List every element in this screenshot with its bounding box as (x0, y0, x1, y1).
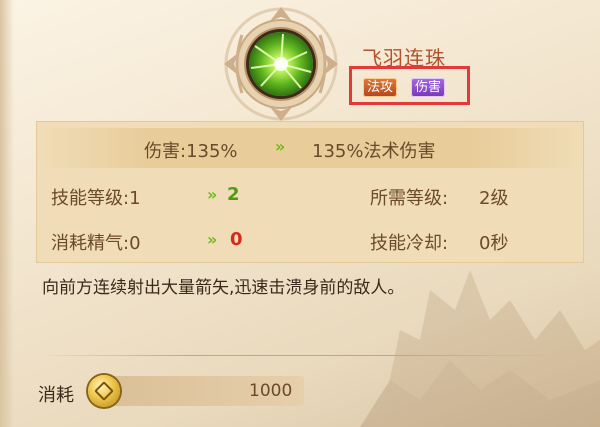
upgrade-arrow-icon: » (207, 185, 218, 204)
gold-coin-icon (88, 375, 120, 407)
cost-value: 1000 (249, 381, 293, 401)
required-level-label: 所需等级: (370, 188, 449, 209)
energy-cost-label: 消耗精气:0 (51, 233, 141, 254)
tag-magic-attack: 法攻 (363, 78, 398, 97)
skill-level-label: 技能等级:1 (51, 188, 141, 209)
required-level-value: 2级 (479, 188, 509, 209)
damage-row: 伤害:135% » 135%法术伤害 (37, 128, 585, 168)
left-edge-shade (0, 0, 14, 427)
energy-cost-next: 0 (230, 229, 243, 250)
divider (38, 355, 558, 356)
upgrade-arrow-icon: » (207, 230, 218, 249)
cooldown-label: 技能冷却: (370, 233, 449, 254)
tag-damage: 伤害 (411, 78, 446, 97)
skill-emblem (222, 5, 340, 123)
upgrade-arrow-icon: » (275, 137, 286, 156)
skill-level-next: 2 (227, 184, 240, 205)
damage-current: 伤害:135% (144, 141, 238, 162)
cooldown-value: 0秒 (479, 233, 509, 254)
cost-label: 消耗 (38, 385, 74, 406)
skill-tags-highlight: 法攻 伤害 (349, 66, 470, 105)
green-burst-skill-icon[interactable] (249, 32, 313, 96)
damage-next: 135%法术伤害 (312, 141, 436, 162)
skill-description: 向前方连续射出大量箭矢,迅速击溃身前的敌人。 (42, 278, 405, 298)
stats-panel: 伤害:135% » 135%法术伤害 技能等级:1 » 2 所需等级: 2级 消… (36, 121, 585, 263)
